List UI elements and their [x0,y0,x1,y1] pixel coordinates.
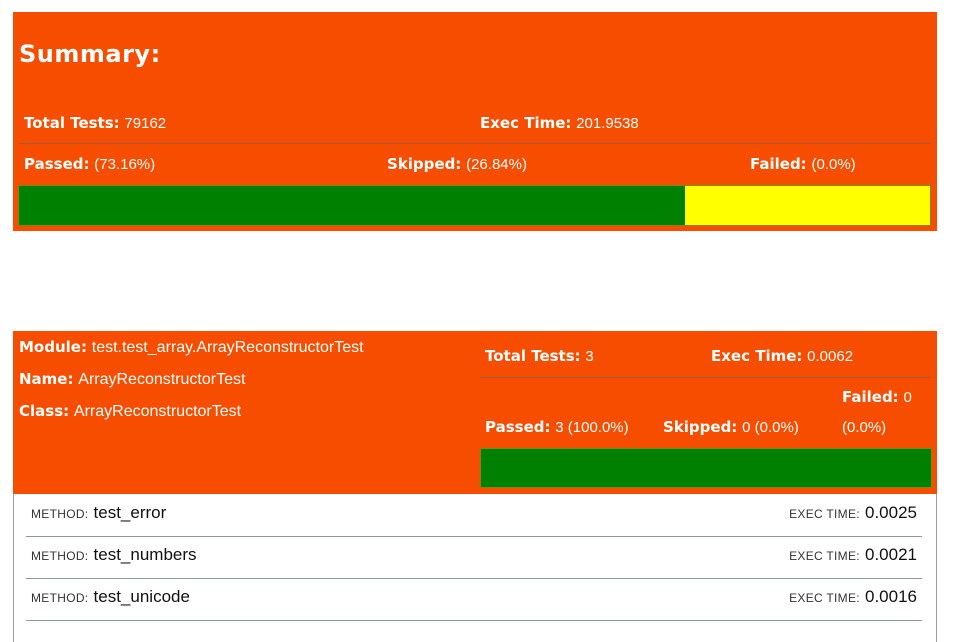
module-panel: Module: test.test_array.ArrayReconstruct… [13,331,937,494]
module-failed-pct-value: (0.0%) [842,419,887,436]
module-passed-label: Passed: [485,418,551,436]
name-value: ArrayReconstructorTest [78,371,246,388]
summary-progress-bar [18,185,931,226]
module-passed-value: 3 (100.0%) [555,419,629,436]
module-passed: Passed: 3 (100.0%) [485,418,629,436]
module-skipped-label: Skipped: [663,418,738,436]
skipped-value: (26.84%) [466,156,527,173]
method-label: METHOD: [31,507,89,521]
summary-title: Summary: [19,40,161,68]
module-exec-time-value: 0.0062 [807,348,854,365]
skipped-label: Skipped: [387,155,462,173]
failed-label: Failed: [750,155,807,173]
method-name: test_numbers [93,545,197,564]
module-failed-label: Failed: [842,388,899,406]
passed-label: Passed: [24,155,90,173]
method-row[interactable]: METHOD: test_numbers EXEC TIME: 0.0021 [26,536,922,579]
exec-time-label: EXEC TIME: [789,591,860,605]
exec-time-label: EXEC TIME: [789,549,860,563]
module-row: Module: test.test_array.ArrayReconstruct… [19,338,364,357]
exec-time-value: 0.0016 [865,587,917,606]
exec-time-label: EXEC TIME: [789,507,860,521]
method-row[interactable]: METHOD: test_error EXEC TIME: 0.0025 [26,494,922,537]
module-failed-value: 0 [903,389,912,406]
passed-value: (73.16%) [94,156,156,173]
summary-passed: Passed: (73.16%) [24,155,155,173]
summary-exec-time: Exec Time: 201.9538 [480,114,639,132]
summary-failed: Failed: (0.0%) [750,155,856,173]
total-tests-value: 79162 [124,115,167,132]
class-row: Class: ArrayReconstructorTest [19,402,241,421]
module-progress-passed [481,449,931,487]
module-total-tests: Total Tests: 3 [485,347,594,365]
class-label: Class: [19,402,70,420]
total-tests-label: Total Tests: [24,114,120,132]
module-total-tests-value: 3 [585,348,594,365]
name-label: Name: [19,370,74,388]
exec-time-value: 0.0021 [865,545,917,564]
summary-skipped: Skipped: (26.84%) [387,155,527,173]
module-failed: Failed: 0 [842,388,912,406]
method-name: test_unicode [93,587,190,606]
module-divider [480,377,931,378]
module-skipped-value: 0 (0.0%) [742,419,799,436]
summary-panel: Summary: Total Tests: 79162 Exec Time: 2… [13,12,937,231]
method-name: test_error [93,503,167,522]
module-exec-time: Exec Time: 0.0062 [711,347,853,365]
class-value: ArrayReconstructorTest [73,403,242,420]
failed-value: (0.0%) [811,156,856,173]
methods-list: METHOD: test_error EXEC TIME: 0.0025 MET… [13,494,937,642]
summary-divider [19,143,931,144]
name-row: Name: ArrayReconstructorTest [19,370,245,389]
summary-total-tests: Total Tests: 79162 [24,114,166,132]
module-value: test.test_array.ArrayReconstructorTest [91,339,364,356]
module-progress-bar [480,448,932,488]
module-label: Module: [19,338,87,356]
module-total-tests-label: Total Tests: [485,347,581,365]
exec-time-value: 201.9538 [576,115,639,132]
exec-time-value: 0.0025 [865,503,917,522]
module-exec-time-label: Exec Time: [711,347,803,365]
exec-time-label: Exec Time: [480,114,572,132]
method-label: METHOD: [31,549,89,563]
module-failed-pct: (0.0%) [842,418,886,436]
method-row[interactable]: METHOD: test_unicode EXEC TIME: 0.0016 [26,578,922,621]
summary-progress-passed [19,186,686,225]
module-skipped: Skipped: 0 (0.0%) [663,418,799,436]
method-label: METHOD: [31,591,89,605]
